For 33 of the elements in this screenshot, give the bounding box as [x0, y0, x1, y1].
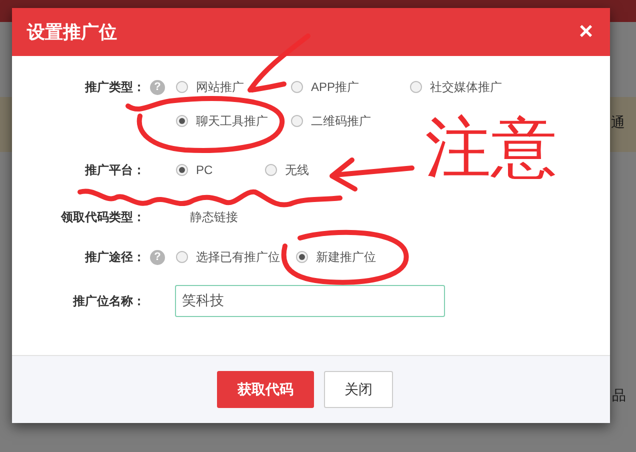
option-label: 选择已有推广位 — [196, 249, 280, 266]
radio-button[interactable] — [265, 164, 277, 176]
page-text: 通 — [611, 113, 625, 131]
field-value: 静态链接 — [189, 209, 238, 226]
radio-button[interactable] — [410, 81, 422, 93]
get-code-button[interactable]: 获取代码 — [217, 371, 314, 408]
field-label: 领取代码类型： — [61, 209, 145, 226]
handwritten-note: 注意 — [425, 112, 557, 184]
option-label: 无线 — [285, 162, 309, 179]
dialog-title: 设置推广位 — [27, 20, 117, 44]
close-button[interactable]: × — [578, 20, 593, 44]
option-label: 二维码推广 — [311, 113, 371, 130]
option-label: 网站推广 — [196, 79, 244, 96]
field-label: 推广类型： — [85, 79, 145, 96]
option-label: APP推广 — [311, 79, 360, 96]
field-label: 推广位名称： — [73, 293, 145, 310]
field-label: 推广平台： — [85, 162, 145, 179]
option-label: 聊天工具推广 — [196, 113, 268, 130]
radio-button[interactable] — [296, 251, 308, 263]
radio-button[interactable] — [176, 164, 188, 176]
field-label: 推广途径： — [85, 249, 145, 266]
arrow-drawing — [248, 34, 310, 92]
input-field[interactable]: 笑科技 — [175, 285, 445, 317]
option-label: 社交媒体推广 — [430, 79, 502, 96]
radio-button[interactable] — [176, 251, 188, 263]
option-label: PC — [196, 162, 213, 179]
close-dialog-button[interactable]: 关闭 — [324, 371, 393, 408]
page-text: 品 — [612, 386, 626, 404]
radio-button[interactable] — [176, 115, 188, 127]
radio-button[interactable] — [291, 81, 303, 93]
radio-button[interactable] — [291, 115, 303, 127]
radio-button[interactable] — [176, 81, 188, 93]
option-label: 新建推广位 — [316, 249, 376, 266]
